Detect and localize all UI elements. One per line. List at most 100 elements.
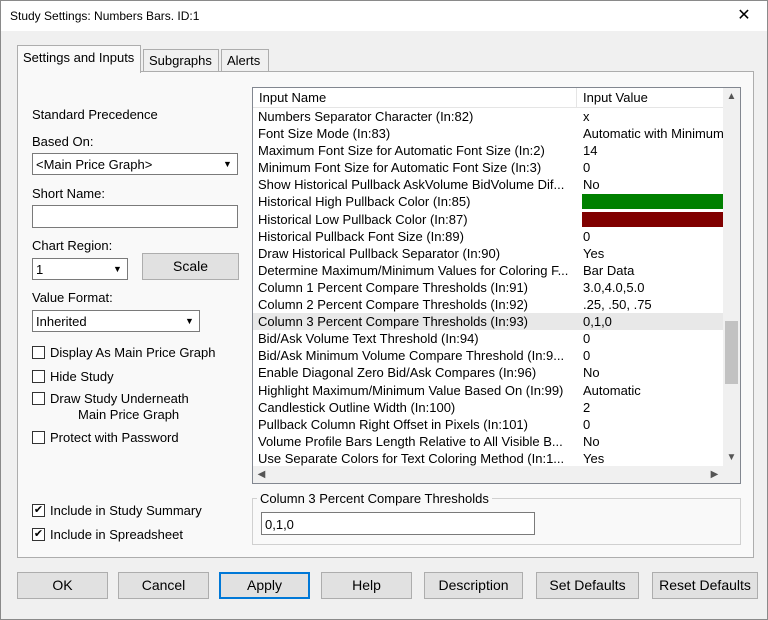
input-value-cell[interactable]: 0,1,0 [582,314,723,329]
study-settings-window: Study Settings: Numbers Bars. ID:1 ✕ Set… [0,0,768,620]
input-value-cell[interactable]: No [582,177,723,192]
input-name-cell: Column 3 Percent Compare Thresholds (In:… [258,314,528,330]
hide-study-label: Hide Study [50,369,114,384]
input-name-cell: Volume Profile Bars Length Relative to A… [258,433,563,449]
table-row[interactable]: Column 1 Percent Compare Thresholds (In:… [253,279,723,296]
input-value-cell[interactable]: R: 128, G: 0, B: 0 [582,211,723,227]
ok-button[interactable]: OK [17,572,108,599]
input-value-cell[interactable]: 0 [582,348,723,363]
table-row[interactable]: Use Separate Colors for Text Coloring Me… [253,450,723,467]
column-header-input-name[interactable]: Input Name [253,88,577,108]
input-value-cell[interactable]: 0 [582,331,723,346]
table-row[interactable]: Determine Maximum/Minimum Values for Col… [253,262,723,279]
input-value-cell[interactable]: 3.0,4.0,5.0 [582,280,723,295]
tab-alerts[interactable]: Alerts [221,49,269,72]
input-value-cell[interactable]: 0 [582,160,723,175]
include-spreadsheet-checkbox[interactable]: ✔ [32,528,45,541]
table-row[interactable]: Highlight Maximum/Minimum Value Based On… [253,382,723,399]
based-on-value: <Main Price Graph> [36,157,153,172]
horizontal-scrollbar[interactable]: ◀ ▶ [253,466,723,483]
table-row[interactable]: Minimum Font Size for Automatic Font Siz… [253,159,723,176]
input-value-cell[interactable]: No [582,434,723,449]
based-on-select[interactable]: <Main Price Graph> ▼ [32,153,238,175]
grid-rows: Numbers Separator Character (In:82) x Font… [253,108,723,467]
input-value-cell[interactable]: 2 [582,400,723,415]
input-name-cell: Candlestick Outline Width (In:100) [258,399,456,415]
table-row[interactable]: Candlestick Outline Width (In:100) 2 [253,399,723,416]
edit-group-title: Column 3 Percent Compare Thresholds [257,491,492,506]
short-name-input[interactable] [32,205,238,228]
cancel-button[interactable]: Cancel [118,572,209,599]
input-value-cell[interactable]: 0 [582,229,723,244]
table-row[interactable]: Font Size Mode (In:83) Automatic with Min… [253,125,723,142]
protect-password-checkbox[interactable] [32,431,45,444]
input-value-cell[interactable]: 14 [582,143,723,158]
scroll-up-icon[interactable]: ▲ [723,88,740,105]
table-row[interactable]: Pullback Column Right Offset in Pixels (… [253,416,723,433]
display-as-main-checkbox[interactable] [32,346,45,359]
table-row[interactable]: Historical Low Pullback Color (In:87) R: … [253,211,723,228]
apply-button[interactable]: Apply [219,572,310,599]
chart-region-value: 1 [36,262,44,277]
value-format-select[interactable]: Inherited ▼ [32,310,200,332]
input-value-cell[interactable]: Automatic [582,383,723,398]
table-row[interactable]: Numbers Separator Character (In:82) x [253,108,723,125]
input-name-cell: Highlight Maximum/Minimum Value Based On… [258,382,564,398]
draw-underneath-label-line2: Main Price Graph [78,407,180,422]
input-value-cell[interactable]: Yes [582,246,723,261]
scale-button[interactable]: Scale [142,253,239,280]
grid-header: Input Name Input Value [253,88,723,108]
input-value-cell[interactable]: 0 [582,417,723,432]
chart-region-select[interactable]: 1 ▼ [32,258,128,280]
scroll-thumb[interactable] [725,321,738,384]
table-row[interactable]: Maximum Font Size for Automatic Font Siz… [253,142,723,159]
input-value-cell[interactable]: Automatic with Minimum [582,126,723,141]
column-header-input-value[interactable]: Input Value [577,88,723,108]
scroll-down-icon[interactable]: ▼ [723,449,740,466]
help-button[interactable]: Help [321,572,412,599]
table-row[interactable]: Column 3 Percent Compare Thresholds (In:… [253,313,723,331]
based-on-label: Based On: [32,134,94,149]
table-row[interactable]: Enable Diagonal Zero Bid/Ask Compares (I… [253,364,723,381]
scroll-right-icon[interactable]: ▶ [706,466,723,483]
close-icon[interactable]: ✕ [721,1,767,31]
vertical-scrollbar[interactable]: ▲ ▼ [723,88,740,466]
description-button[interactable]: Description [424,572,523,599]
table-row[interactable]: Historical Pullback Font Size (In:89) 0 [253,228,723,245]
table-row[interactable]: Column 2 Percent Compare Thresholds (In:… [253,296,723,313]
edit-value-input[interactable]: 0,1,0 [261,512,535,535]
input-name-cell: Enable Diagonal Zero Bid/Ask Compares (I… [258,365,537,381]
input-value-cell[interactable]: Bar Data [582,263,723,278]
table-row[interactable]: Bid/Ask Volume Text Threshold (In:94) 0 [253,330,723,347]
table-row[interactable]: Show Historical Pullback AskVolume BidVo… [253,176,723,193]
input-name-cell: Minimum Font Size for Automatic Font Siz… [258,160,542,176]
input-name-cell: Font Size Mode (In:83) [258,126,391,142]
input-name-cell: Bid/Ask Minimum Volume Compare Threshold… [258,348,565,364]
draw-underneath-label-line1: Draw Study Underneath [50,391,189,406]
table-row[interactable]: Draw Historical Pullback Separator (In:9… [253,245,723,262]
draw-underneath-checkbox[interactable] [32,392,45,405]
hide-study-checkbox[interactable] [32,370,45,383]
table-row[interactable]: Bid/Ask Minimum Volume Compare Threshold… [253,347,723,364]
chevron-down-icon[interactable]: ▼ [219,155,236,173]
chevron-down-icon[interactable]: ▼ [181,312,198,330]
input-value-cell[interactable]: R: 0, G: 128, B: 0 [582,194,723,210]
input-value-cell[interactable]: x [582,109,723,124]
input-value-cell[interactable]: No [582,365,723,380]
tab-subgraphs[interactable]: Subgraphs [143,49,219,72]
scroll-left-icon[interactable]: ◀ [253,466,270,483]
input-name-cell: Use Separate Colors for Text Coloring Me… [258,450,565,466]
tab-settings-and-inputs[interactable]: Settings and Inputs [17,45,141,73]
reset-defaults-button[interactable]: Reset Defaults [652,572,758,599]
table-row[interactable]: Volume Profile Bars Length Relative to A… [253,433,723,450]
include-summary-checkbox[interactable]: ✔ [32,504,45,517]
chevron-down-icon[interactable]: ▼ [109,260,126,278]
input-value-cell[interactable]: .25, .50, .75 [582,297,723,312]
input-name-cell: Historical Low Pullback Color (In:87) [258,211,468,227]
set-defaults-button[interactable]: Set Defaults [536,572,639,599]
input-name-cell: Column 2 Percent Compare Thresholds (In:… [258,297,528,313]
table-row[interactable]: Historical High Pullback Color (In:85) R:… [253,193,723,210]
inputs-grid: Input Name Input Value Numbers Separator… [252,87,741,484]
include-spreadsheet-label: Include in Spreadsheet [50,527,183,542]
input-value-cell[interactable]: Yes [582,451,723,466]
